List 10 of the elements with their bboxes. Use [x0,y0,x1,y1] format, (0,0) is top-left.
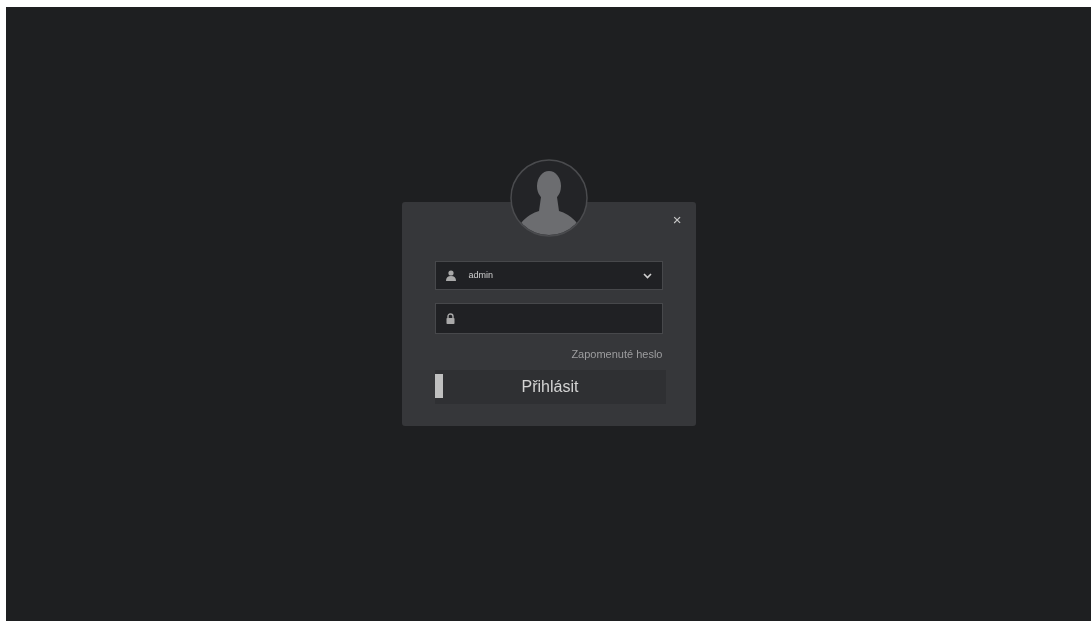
password-field[interactable] [434,303,663,334]
username-value: admin [468,268,494,282]
avatar-icon [509,159,588,237]
chevron-down-icon [642,272,652,279]
login-button[interactable]: Přihlásit [434,369,666,404]
user-icon [445,270,456,281]
lock-icon [445,313,455,324]
username-dropdown[interactable]: admin [434,261,663,290]
close-button[interactable]: × [672,212,682,227]
forgot-password-link[interactable]: Zapomenuté heslo [571,346,663,363]
